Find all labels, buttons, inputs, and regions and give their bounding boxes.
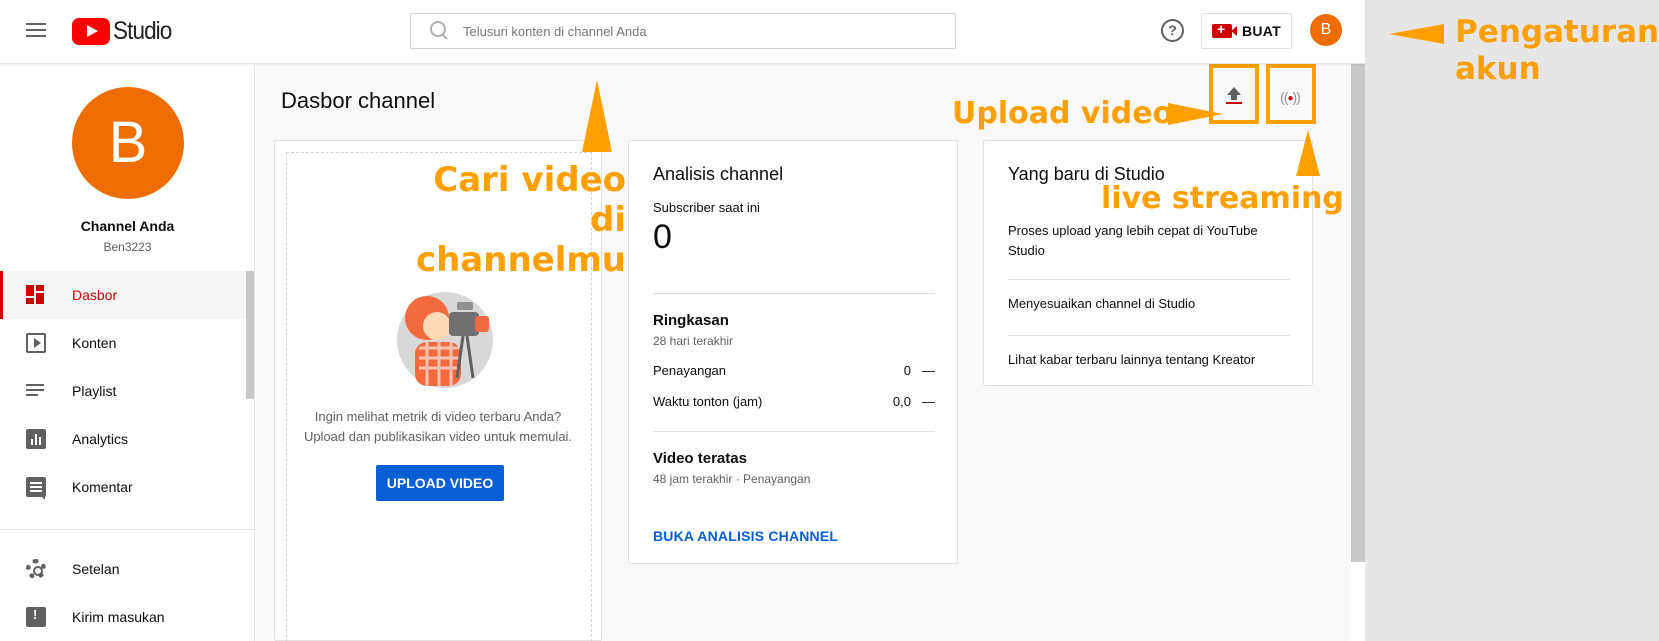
sidebar-item-label: Komentar	[72, 479, 133, 495]
divider	[1008, 335, 1290, 336]
create-video-icon	[1211, 21, 1237, 38]
create-button[interactable]: BUAT	[1201, 13, 1292, 49]
channel-handle: Ben3223	[103, 240, 152, 254]
sidebar-item-content[interactable]: Konten	[0, 319, 246, 367]
live-arrow	[1296, 130, 1320, 176]
stat-delta: —	[922, 363, 935, 378]
sidebar-item-label: Dasbor	[72, 287, 118, 303]
playlist-icon	[26, 381, 46, 401]
sidebar-item-comments[interactable]: Komentar	[0, 463, 246, 511]
summary-title: Ringkasan	[653, 312, 729, 329]
sidebar-item-analytics[interactable]: Analytics	[0, 415, 246, 463]
stat-row: Penayangan 0 —	[653, 363, 935, 378]
stat-value: 0	[903, 363, 911, 378]
right-gutter	[1365, 0, 1659, 641]
sidebar-item-feedback[interactable]: Kirim masukan	[0, 593, 246, 641]
divider	[653, 431, 935, 432]
stat-label: Penayangan	[653, 363, 727, 378]
account-arrow	[1389, 24, 1444, 44]
divider	[653, 293, 935, 294]
sidebar-nav: Dasbor Konten Playlist Analytics Komenta…	[0, 271, 246, 511]
whats-new-card: Yang baru di Studio Proses upload yang l…	[983, 140, 1313, 386]
studio-logo[interactable]: Studio	[72, 17, 178, 46]
menu-icon[interactable]	[24, 20, 48, 44]
dashboard-icon	[26, 285, 46, 305]
channel-avatar[interactable]: B	[72, 87, 184, 199]
open-channel-analytics-link[interactable]: BUKA ANALISIS CHANNEL	[653, 528, 838, 544]
stat-delta: —	[922, 394, 935, 409]
sidebar-divider	[0, 529, 255, 530]
create-button-label: BUAT	[1241, 23, 1282, 39]
news-item[interactable]: Proses upload yang lebih cepat di YouTub…	[1008, 221, 1290, 261]
search-icon[interactable]	[425, 17, 453, 45]
comment-icon	[26, 477, 46, 500]
sidebar-scrollbar[interactable]	[246, 271, 254, 399]
stat-row: Waktu tonton (jam) 0,0 —	[653, 394, 935, 409]
live-highlight-box	[1266, 64, 1316, 124]
sidebar-item-label: Playlist	[72, 383, 117, 399]
top-videos-period: 48 jam terakhir · Penayangan	[653, 472, 811, 486]
top-header: Studio ? BUAT B	[0, 0, 1365, 64]
upload-arrow	[1168, 103, 1223, 125]
upload-video-button[interactable]: UPLOAD VIDEO	[376, 465, 504, 501]
upload-message: Ingin melihat metrik di video terbaru An…	[275, 407, 601, 447]
help-icon[interactable]: ?	[1161, 19, 1184, 42]
youtube-play-icon	[72, 18, 110, 45]
main-scrollbar[interactable]	[1351, 64, 1365, 562]
page-title: Dasbor channel	[281, 88, 436, 113]
subscriber-count: 0	[653, 218, 672, 256]
search-annotation: Cari video di channelmu	[415, 160, 626, 280]
subscriber-label: Subscriber saat ini	[653, 200, 760, 215]
gear-icon	[26, 559, 46, 579]
sidebar: B Channel Anda Ben3223 Dasbor Konten Pla…	[0, 64, 255, 641]
summary-period: 28 hari terakhir	[653, 334, 734, 348]
stat-label: Waktu tonton (jam)	[653, 394, 763, 409]
search-arrow	[582, 80, 612, 152]
content-icon	[26, 333, 46, 353]
account-annotation: Pengaturan akun	[1455, 14, 1659, 87]
upload-message-line1: Ingin melihat metrik di video terbaru An…	[314, 409, 562, 424]
search-input[interactable]	[463, 23, 913, 39]
sidebar-item-label: Setelan	[72, 561, 120, 577]
channel-name: Channel Anda	[80, 218, 175, 234]
analytics-title: Analisis channel	[653, 164, 784, 184]
feedback-icon	[26, 607, 46, 627]
channel-analytics-card: Analisis channel Subscriber saat ini 0 R…	[628, 140, 958, 564]
sidebar-item-settings[interactable]: Setelan	[0, 545, 246, 593]
sidebar-bottom-nav: Setelan Kirim masukan	[0, 545, 246, 641]
live-annotation: live streaming	[1101, 181, 1344, 216]
logo-text: Studio	[113, 17, 172, 45]
sidebar-item-label: Analytics	[72, 431, 129, 447]
sidebar-item-dashboard[interactable]: Dasbor	[0, 271, 246, 319]
stat-value: 0,0	[892, 394, 911, 409]
sidebar-item-playlist[interactable]: Playlist	[0, 367, 246, 415]
videographer-illustration	[397, 292, 493, 388]
sidebar-item-label: Kirim masukan	[72, 609, 165, 625]
top-videos-title: Video teratas	[653, 450, 747, 467]
search-bar[interactable]	[410, 13, 956, 49]
upload-annotation: Upload video	[952, 96, 1174, 131]
account-avatar[interactable]: B	[1310, 14, 1342, 46]
divider	[1008, 279, 1290, 280]
analytics-icon	[26, 429, 46, 449]
news-item[interactable]: Menyesuaikan channel di Studio	[1008, 294, 1290, 314]
sidebar-item-label: Konten	[72, 335, 117, 351]
upload-message-line2: Upload dan publikasikan video untuk memu…	[303, 429, 573, 444]
news-item[interactable]: Lihat kabar terbaru lainnya tentang Krea…	[1008, 350, 1290, 370]
